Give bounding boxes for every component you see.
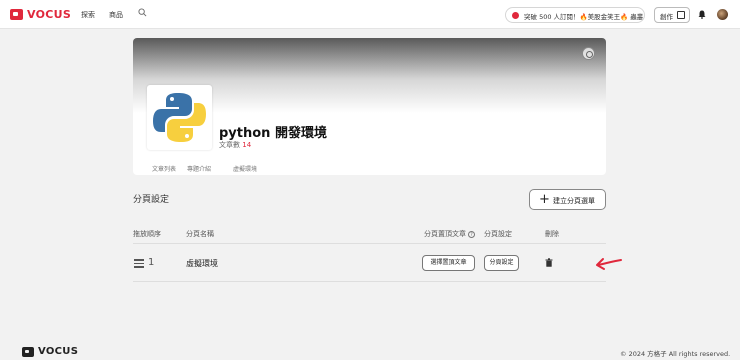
tab-virtual-env[interactable]: 虛擬環境 <box>233 164 257 173</box>
footer-logo[interactable]: VOCUS <box>22 346 78 357</box>
page-settings-button[interactable]: 分頁設定 <box>484 255 519 271</box>
copyright: © 2024 方格子 All rights reserved. <box>620 350 731 358</box>
header-delete: 刪除 <box>545 230 559 238</box>
nav-explore[interactable]: 探索 <box>81 10 95 20</box>
nav-products[interactable]: 商品 <box>109 10 123 20</box>
promo-icon <box>512 12 519 19</box>
promo-pill[interactable]: 突破 500 人訂閱！🔥美股金笑王🔥 蟲叢... <box>505 7 645 23</box>
vocus-logo[interactable]: VOCUS <box>10 8 71 21</box>
pen-icon <box>677 11 685 19</box>
select-pinned-article-button[interactable]: 選擇置頂文章 <box>422 255 475 271</box>
footer-logo-text: VOCUS <box>38 346 79 357</box>
section-title: 分頁設定 <box>133 195 170 205</box>
tab-article-list[interactable]: 文章列表 <box>152 164 176 173</box>
header-pinned: 分頁置頂文章? <box>424 229 475 239</box>
search-icon[interactable] <box>138 8 147 17</box>
footer-logo-icon <box>22 346 34 357</box>
tab-topic-intro[interactable]: 專題介紹 <box>187 164 211 173</box>
divider <box>133 243 606 244</box>
header-name: 分頁名稱 <box>186 230 214 238</box>
top-navbar: VOCUS 探索 商品 突破 500 人訂閱！🔥美股金笑王🔥 蟲叢... 創作 <box>0 0 740 29</box>
add-page-menu-button[interactable]: + 建立分頁選單 <box>529 189 606 210</box>
gear-icon[interactable] <box>582 47 595 60</box>
vocus-logo-icon <box>10 9 23 20</box>
topic-thumbnail <box>147 85 212 150</box>
row-order: 1 <box>148 257 155 268</box>
help-icon[interactable]: ? <box>468 231 475 238</box>
bell-icon[interactable] <box>698 10 706 19</box>
topic-title: python 開發環境 <box>219 126 327 141</box>
topic-card: python 開發環境 文章數 14 文章列表 專題介紹 虛擬環境 <box>133 38 606 175</box>
plus-icon: + <box>539 192 550 207</box>
header-order: 拖放順序 <box>133 230 161 238</box>
article-count-value: 14 <box>242 141 252 149</box>
row-page-name: 虛擬環境 <box>186 259 218 268</box>
promo-text: 突破 500 人訂閱！🔥美股金笑王🔥 蟲叢... <box>524 13 645 21</box>
divider <box>133 281 606 282</box>
header-settings: 分頁設定 <box>484 230 512 238</box>
article-count: 文章數 14 <box>219 140 251 150</box>
create-button[interactable]: 創作 <box>654 7 690 23</box>
python-logo <box>153 93 206 142</box>
trash-icon[interactable] <box>545 258 553 267</box>
vocus-logo-text: VOCUS <box>27 8 72 21</box>
article-count-label: 文章數 <box>219 141 240 149</box>
drag-handle-icon[interactable] <box>134 259 144 268</box>
create-button-label: 創作 <box>660 13 673 21</box>
avatar[interactable] <box>717 9 728 20</box>
header-pinned-label: 分頁置頂文章 <box>424 230 466 238</box>
red-arrow-icon <box>596 258 622 270</box>
add-page-menu-label: 建立分頁選單 <box>553 197 595 205</box>
